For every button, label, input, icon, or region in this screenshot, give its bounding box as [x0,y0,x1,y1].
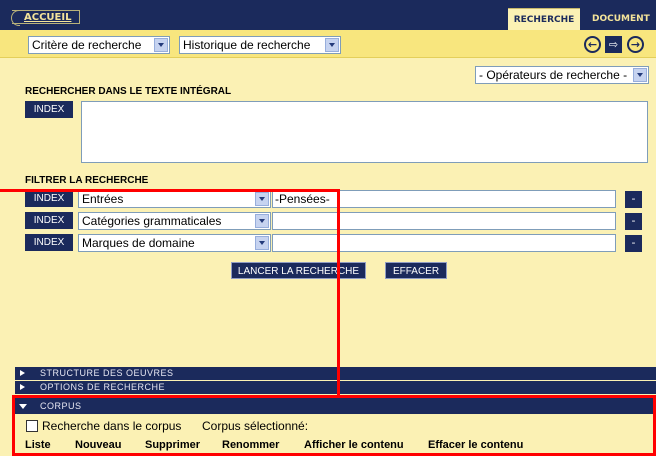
chevron-down-icon [255,236,269,250]
fulltext-index-button[interactable]: INDEX [25,101,73,118]
filter-index-button[interactable]: INDEX [25,212,73,229]
filter-index-button[interactable]: INDEX [25,234,73,251]
history-select[interactable]: Historique de recherche [179,36,341,54]
clear-button[interactable]: EFFACER [385,262,447,279]
filter-field-value: Catégories grammaticales [82,214,222,228]
section-structure[interactable]: STRUCTURE DES OEUVRES [15,367,656,380]
filter-index-button[interactable]: INDEX [25,190,73,207]
section-options[interactable]: OPTIONS DE RECHERCHE [15,381,656,394]
highlight-line-horizontal [0,189,340,192]
remove-filter-button[interactable]: - [625,191,642,208]
operators-select[interactable]: - Opérateurs de recherche - [475,66,649,84]
highlight-box [12,395,656,456]
back-icon[interactable]: ← [584,36,601,53]
tab-recherche[interactable]: RECHERCHE [508,8,580,30]
filter-field-value: Entrées [82,192,124,206]
chevron-down-icon [633,68,647,82]
filter-value-input[interactable] [272,212,616,230]
filter-value-input[interactable] [272,234,616,252]
criteria-select[interactable]: Critère de recherche [28,36,170,54]
fulltext-heading: RECHERCHER DANS LE TEXTE INTÉGRAL [25,86,232,97]
fulltext-textarea[interactable] [81,101,648,163]
filter-value-input[interactable]: -Pensées- [272,190,616,208]
history-select-value: Historique de recherche [183,38,311,52]
section-structure-label: STRUCTURE DES OEUVRES [40,368,174,378]
chevron-down-icon [154,38,168,52]
search-button[interactable]: LANCER LA RECHERCHE [231,262,366,279]
chevron-down-icon [325,38,339,52]
forward-icon[interactable]: → [627,36,644,53]
home-link[interactable]: ACCUEIL [11,10,80,26]
filter-heading: FILTRER LA RECHERCHE [25,175,149,186]
expand-arrow-icon [20,370,25,376]
document-export-icon[interactable]: ⇨ [605,36,622,53]
expand-arrow-icon [20,384,25,390]
criteria-select-value: Critère de recherche [32,38,142,52]
section-options-label: OPTIONS DE RECHERCHE [40,382,166,392]
chevron-down-icon [255,192,269,206]
filter-field-value: Marques de domaine [82,236,195,250]
remove-filter-button[interactable]: - [625,213,642,230]
filter-field-select[interactable]: Entrées [78,190,271,208]
remove-filter-button[interactable]: - [625,235,642,252]
tab-document[interactable]: DOCUMENT [584,8,656,30]
filter-field-select[interactable]: Catégories grammaticales [78,212,271,230]
chevron-down-icon [255,214,269,228]
operators-select-value: - Opérateurs de recherche - [479,68,628,82]
highlight-line-vertical [337,189,340,397]
filter-field-select[interactable]: Marques de domaine [78,234,271,252]
